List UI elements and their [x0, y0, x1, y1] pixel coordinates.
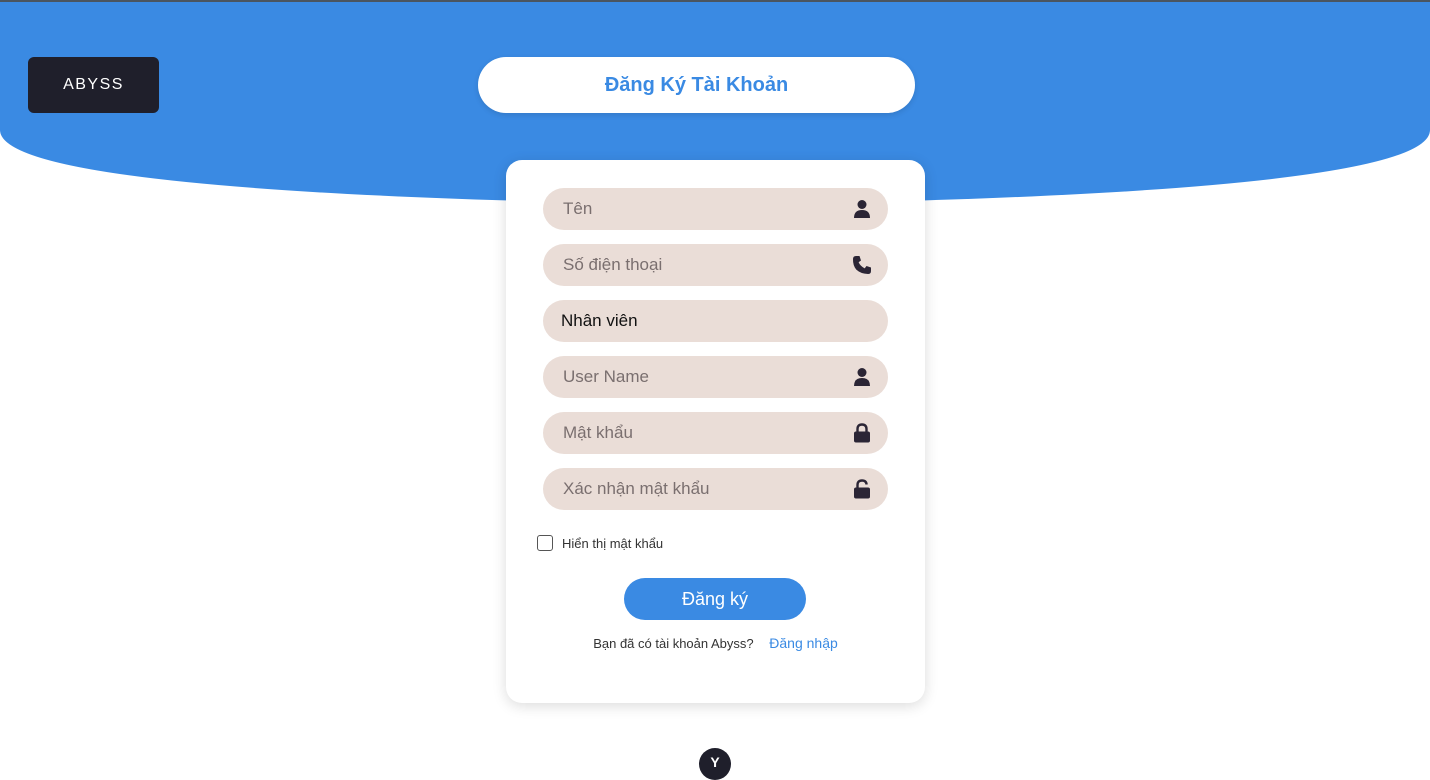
phone-icon: [852, 255, 872, 275]
password-input[interactable]: [543, 412, 852, 454]
login-prompt-line: Bạn đã có tài khoản Abyss? Đăng nhập: [506, 635, 925, 651]
top-border: [0, 0, 1430, 2]
abyss-logo[interactable]: ABYSS: [28, 57, 159, 113]
username-input[interactable]: [543, 356, 852, 398]
logo-text: ABYSS: [63, 76, 124, 93]
user-icon: [852, 367, 872, 387]
password-field[interactable]: [543, 412, 888, 454]
show-password-label: Hiển thị mật khẩu: [562, 535, 664, 551]
phone-input[interactable]: [543, 244, 852, 286]
role-selected-value: Nhân viên: [561, 311, 638, 330]
name-input[interactable]: [543, 188, 852, 230]
lock-icon: [852, 423, 872, 443]
user-icon: [852, 199, 872, 219]
unlock-icon: [852, 479, 872, 499]
show-password-checkbox[interactable]: [537, 535, 553, 551]
login-link[interactable]: Đăng nhập: [769, 635, 838, 651]
confirm-password-input[interactable]: [543, 468, 852, 510]
name-field[interactable]: [543, 188, 888, 230]
page-title-text: Đăng Ký Tài Khoản: [604, 73, 789, 96]
login-prompt-text: Bạn đã có tài khoản Abyss?: [593, 636, 754, 651]
role-select[interactable]: Nhân viên: [543, 300, 888, 342]
phone-field[interactable]: [543, 244, 888, 286]
page-title: Đăng Ký Tài Khoản: [478, 57, 915, 113]
register-card: Nhân viên Hiển thị mật: [506, 160, 925, 703]
username-field[interactable]: [543, 356, 888, 398]
show-password-toggle[interactable]: Hiển thị mật khẩu: [537, 535, 663, 551]
confirm-password-field[interactable]: [543, 468, 888, 510]
chat-badge[interactable]: Y: [699, 748, 731, 780]
register-button-label: Đăng ký: [681, 588, 749, 609]
register-button[interactable]: Đăng ký: [624, 578, 806, 620]
